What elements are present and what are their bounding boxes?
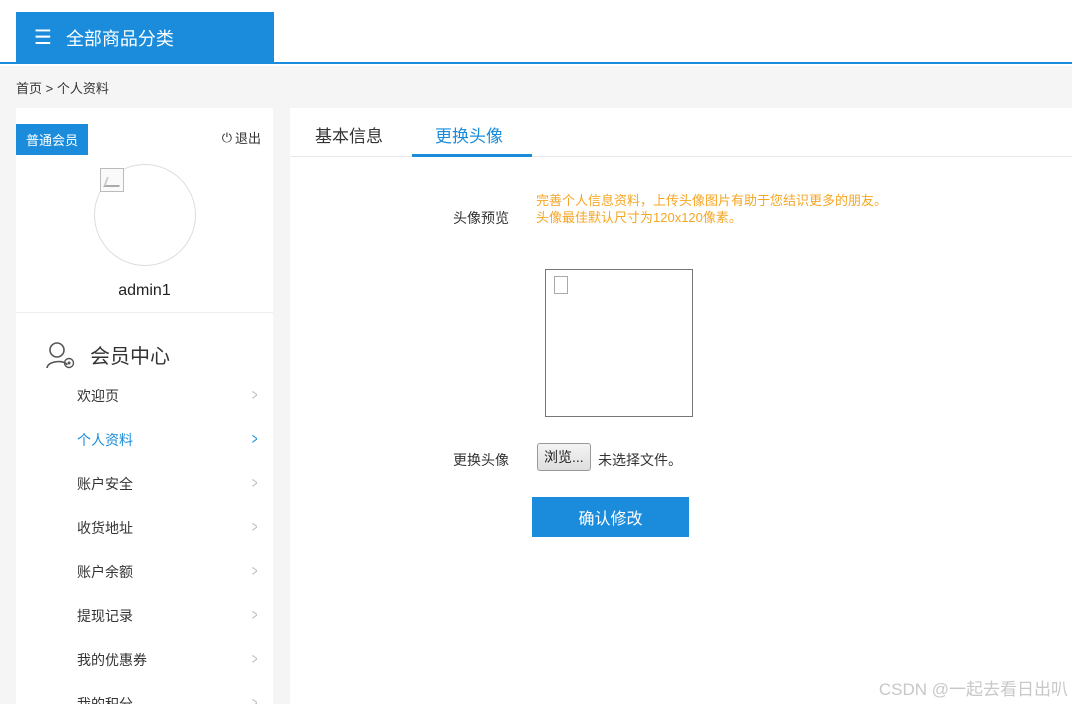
broken-image-icon (100, 168, 124, 192)
chevron-right-icon: > (251, 695, 258, 704)
chevron-right-icon: > (251, 519, 258, 536)
preview-label: 头像预览 (453, 210, 509, 226)
browse-file-button[interactable]: 浏览... (537, 443, 591, 471)
active-tab-indicator (412, 154, 532, 157)
hint-line-2: 头像最佳默认尺寸为120x120像素。 (536, 210, 742, 225)
member-center-title: 会员中心 (46, 340, 170, 369)
sidebar-item-label: 我的优惠券 (77, 652, 147, 668)
member-nav: 欢迎页 > 个人资料 > 账户安全 > 收货地址 > 账户余额 > 提现记录 > 我的优惠券… (16, 374, 273, 704)
chevron-right-icon: > (251, 387, 258, 404)
sidebar-item-balance[interactable]: 账户余额 > (16, 550, 273, 594)
chevron-right-icon: > (251, 475, 258, 492)
sidebar: 普通会员 ⏻ 退出 admin1 会员中心 欢迎页 > 个人资料 > 账户安全 > 收… (16, 108, 273, 704)
member-level-badge: 普通会员 (16, 124, 89, 155)
chevron-right-icon: > (251, 431, 258, 448)
breadcrumb-text: 首页 > 个人资料 (16, 80, 109, 96)
user-settings-icon (46, 341, 75, 368)
power-icon: ⏻ (221, 129, 232, 145)
file-status: 未选择文件。 (598, 452, 682, 468)
sidebar-item-label: 账户安全 (77, 476, 133, 492)
sidebar-item-label: 我的积分 (77, 696, 133, 704)
top-bar: ☰ 全部商品分类 (0, 0, 1072, 64)
all-categories-label: 全部商品分类 (65, 29, 174, 49)
change-avatar-label: 更换头像 (453, 452, 509, 468)
chevron-right-icon: > (251, 607, 258, 624)
username: admin1 (118, 282, 171, 299)
main-content: 基本信息 更换头像 头像预览 完善个人信息资料，上传头像图片有助于您结识更多的朋… (290, 108, 1072, 704)
broken-image-icon (554, 276, 568, 294)
watermark: CSDN @一起去看日出叭 (878, 680, 1068, 699)
sidebar-item-label: 个人资料 (77, 432, 133, 448)
sidebar-item-welcome[interactable]: 欢迎页 > (16, 374, 273, 418)
tab-basic-info[interactable]: 基本信息 (315, 122, 383, 147)
tab-bar: 基本信息 更换头像 (290, 108, 1072, 157)
sidebar-item-addresses[interactable]: 收货地址 > (16, 506, 273, 550)
tab-change-avatar[interactable]: 更换头像 (435, 122, 503, 147)
breadcrumb: 首页 > 个人资料 (0, 66, 1072, 108)
sidebar-item-coupons[interactable]: 我的优惠券 > (16, 638, 273, 682)
hint-line-1: 完善个人信息资料，上传头像图片有助于您结识更多的朋友。 (536, 193, 888, 208)
avatar-hint: 完善个人信息资料，上传头像图片有助于您结识更多的朋友。 头像最佳默认尺寸为120… (536, 192, 887, 226)
avatar-preview (545, 269, 693, 417)
sidebar-item-account-security[interactable]: 账户安全 > (16, 462, 273, 506)
menu-icon: ☰ (34, 27, 52, 49)
logout-label: 退出 (234, 131, 261, 146)
sidebar-item-label: 账户余额 (77, 564, 133, 580)
member-center-label: 会员中心 (90, 346, 170, 368)
sidebar-item-label: 收货地址 (77, 520, 133, 536)
sidebar-item-profile[interactable]: 个人资料 > (16, 418, 273, 462)
sidebar-item-withdrawals[interactable]: 提现记录 > (16, 594, 273, 638)
chevron-right-icon: > (251, 563, 258, 580)
all-categories-button[interactable]: ☰ 全部商品分类 (16, 12, 274, 64)
divider (16, 312, 273, 313)
chevron-right-icon: > (251, 651, 258, 668)
sidebar-item-points[interactable]: 我的积分 > (16, 682, 273, 704)
logout-link[interactable]: ⏻ 退出 (222, 128, 261, 147)
sidebar-item-label: 提现记录 (77, 608, 133, 624)
sidebar-item-label: 欢迎页 (77, 388, 119, 404)
confirm-button[interactable]: 确认修改 (532, 497, 689, 537)
